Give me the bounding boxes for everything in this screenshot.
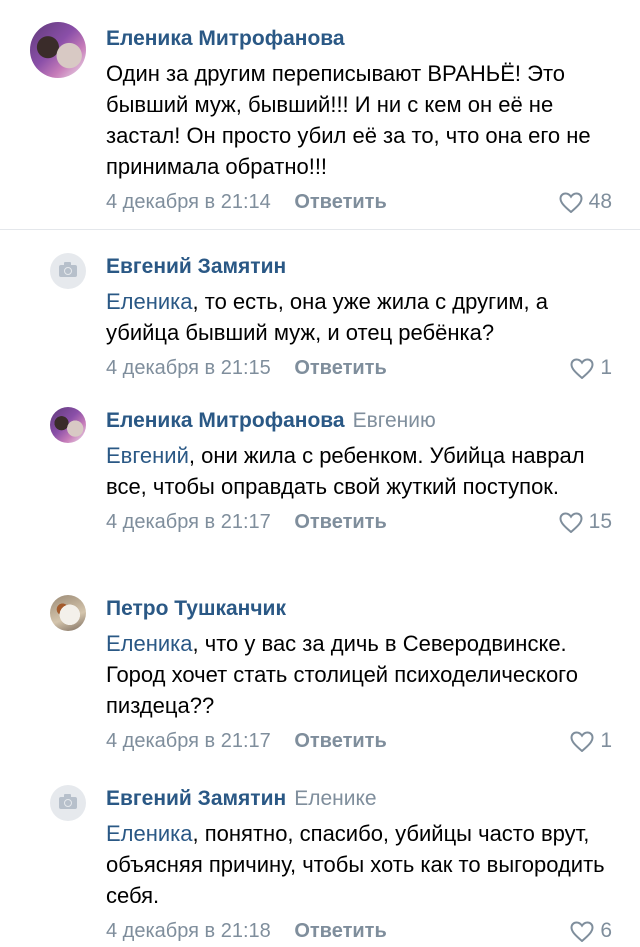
reply-button[interactable]: Ответить [294,511,386,533]
comment-date[interactable]: 4 декабря в 21:18 [106,920,271,942]
comment-content: Еленика Митрофанова Евгению Евгений, они … [106,408,616,537]
like-button[interactable]: 15 [559,507,612,537]
comment-text: Еленика, то есть, она уже жила с другим,… [106,286,616,348]
heart-icon [559,191,583,213]
avatar[interactable] [30,22,86,78]
author-name[interactable]: Еленика Митрофанова [106,409,345,432]
comment-content: Евгений Замятин Еленика, то есть, она уж… [106,254,616,383]
like-button[interactable]: 6 [570,916,612,946]
heart-icon [559,511,583,533]
comment-content: Евгений Замятин Еленике Еленика, понятно,… [106,786,616,946]
comment-meta: 4 декабря в 21:17 Ответить 1 [106,726,616,756]
author-name[interactable]: Евгений Замятин [106,255,286,278]
comment-date[interactable]: 4 декабря в 21:17 [106,511,271,533]
author-name[interactable]: Еленика Митрофанова [106,27,345,50]
separator [0,229,640,230]
like-button[interactable]: 1 [570,726,612,756]
like-button[interactable]: 1 [570,353,612,383]
comment-date[interactable]: 4 декабря в 21:15 [106,357,271,379]
camera-icon [59,262,77,277]
mention-link[interactable]: Еленика [106,821,193,846]
like-count: 48 [588,190,612,213]
comment-text: Еленика, что у вас за дичь в Северодвинс… [106,628,616,721]
comment-meta: 4 декабря в 21:15 Ответить 1 [106,353,616,383]
reply-to-label[interactable]: Евгению [353,409,436,432]
comments-feed: Еленика Митрофанова Один за другим переп… [0,0,640,947]
author-line: Евгений Замятин [106,254,616,280]
reply-button[interactable]: Ответить [294,730,386,752]
heart-icon [570,920,594,942]
reply-button[interactable]: Ответить [294,920,386,942]
author-line: Еленика Митрофанова [106,26,616,52]
like-button[interactable]: 48 [559,187,612,217]
like-count: 1 [600,729,612,752]
camera-icon [59,794,77,809]
avatar[interactable] [50,407,86,443]
avatar[interactable] [50,253,86,289]
reply-to-label[interactable]: Еленике [294,787,376,810]
author-name[interactable]: Петро Тушканчик [106,597,286,620]
heart-icon [570,730,594,752]
like-count: 1 [600,356,612,379]
comment-date[interactable]: 4 декабря в 21:17 [106,730,271,752]
author-line: Евгений Замятин Еленике [106,786,616,812]
author-name[interactable]: Евгений Замятин [106,787,286,810]
comment-meta: 4 декабря в 21:17 Ответить 15 [106,507,616,537]
mention-link[interactable]: Евгений [106,443,189,468]
heart-icon [570,357,594,379]
mention-link[interactable]: Еленика [106,289,193,314]
avatar[interactable] [50,785,86,821]
author-line: Петро Тушканчик [106,596,616,622]
reply-button[interactable]: Ответить [294,357,386,379]
comment-meta: 4 декабря в 21:18 Ответить 6 [106,916,616,946]
avatar[interactable] [50,595,86,631]
comment-meta: 4 декабря в 21:14 Ответить 48 [106,187,616,217]
mention-link[interactable]: Еленика [106,631,193,656]
comment-text: Один за другим переписывают ВРАНЬЁ! Это … [106,61,591,179]
comment-content: Еленика Митрофанова Один за другим переп… [106,26,616,217]
like-count: 15 [588,510,612,533]
comment-content: Петро Тушканчик Еленика, что у вас за ди… [106,596,616,756]
like-count: 6 [600,919,612,942]
comment-date[interactable]: 4 декабря в 21:14 [106,191,271,213]
comment-text: Евгений, они жила с ребенком. Убийца нав… [106,440,616,502]
reply-button[interactable]: Ответить [294,191,386,213]
author-line: Еленика Митрофанова Евгению [106,408,616,434]
comment-text: Еленика, понятно, спасибо, убийцы часто … [106,818,616,911]
